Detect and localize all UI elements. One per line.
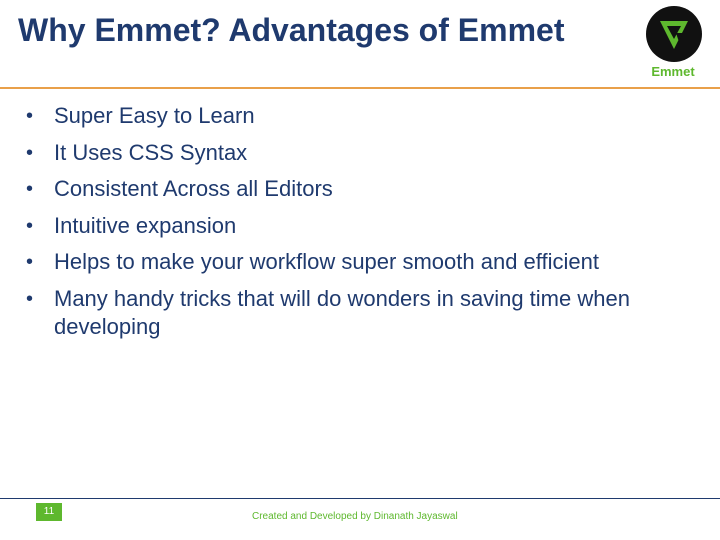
bullet-list: • Super Easy to Learn • It Uses CSS Synt…	[26, 102, 696, 349]
bullet-text: Super Easy to Learn	[54, 103, 255, 128]
bullet-text: Intuitive expansion	[54, 212, 237, 238]
page-number-badge: 11	[36, 503, 62, 521]
bullet-icon: •	[26, 251, 34, 273]
logo-label: Emmet	[651, 64, 695, 79]
bullet-item: • Many handy tricks that will do wonders…	[26, 285, 696, 341]
bullet-icon: •	[26, 141, 34, 164]
bullet-text: Helps to make your workflow super smooth…	[54, 249, 599, 274]
slide-title: Why Emmet? Advantages of Emmet	[18, 12, 565, 48]
bullet-text: Many handy tricks that will do wonders i…	[54, 285, 630, 339]
title-divider	[0, 87, 720, 89]
bullet-item: • Super Easy to Learn	[26, 102, 696, 130]
bullet-item: • Intuitive expansion	[26, 212, 696, 240]
bullet-icon: •	[26, 105, 34, 127]
bullet-text: It Uses CSS Syntax	[54, 139, 248, 165]
footer-divider	[0, 498, 720, 499]
bullet-item: • Helps to make your workflow super smoo…	[26, 248, 696, 276]
bullet-icon: •	[26, 178, 34, 200]
emmet-logo: Emmet	[642, 6, 704, 82]
bullet-item: • Consistent Across all Editors	[26, 175, 696, 203]
bullet-text: Consistent Across all Editors	[54, 176, 333, 201]
bullet-icon: •	[26, 287, 34, 310]
bullet-item: • It Uses CSS Syntax	[26, 139, 696, 167]
bullet-icon: •	[26, 214, 34, 237]
emmet-logo-icon	[646, 6, 702, 62]
footer-credit: Created and Developed by Dinanath Jayasw…	[252, 511, 458, 522]
